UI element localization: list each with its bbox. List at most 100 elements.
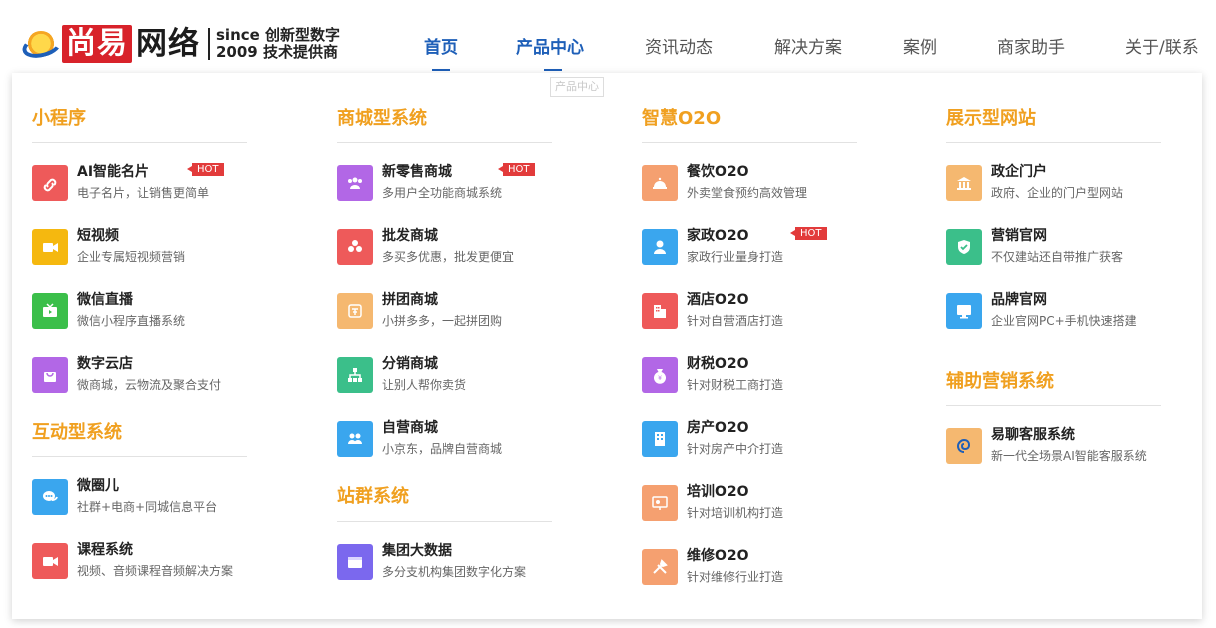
product-item-desc: 针对房产中介打造 (687, 442, 784, 456)
section-title-showcase: 展示型网站 (946, 108, 1036, 129)
nav-products[interactable]: 产品中心 (516, 36, 584, 60)
svg-text:¥: ¥ (658, 375, 662, 382)
shopping-bag-icon (32, 357, 68, 393)
logo-divider (208, 28, 210, 60)
product-item[interactable]: 维修O2O 针对维修行业打造 (642, 547, 892, 587)
logo-tagline-1: since 创新型数字 (216, 26, 341, 44)
product-item-desc: 企业专属短视频营销 (77, 250, 186, 264)
product-item[interactable]: 微信直播微信小程序直播系统 (32, 291, 282, 331)
tv-icon (32, 293, 68, 329)
chat-bubbles-icon (32, 479, 68, 515)
nav-solutions[interactable]: 解决方案 (774, 36, 842, 60)
product-item-desc: 新一代全场景AI智能客服系统 (991, 449, 1147, 463)
hierarchy-icon (337, 357, 373, 393)
product-item-desc: 家政行业量身打造 (687, 250, 784, 264)
product-item-desc: 视频、音频课程音频解决方案 (77, 564, 234, 578)
section-divider (32, 456, 247, 457)
product-item[interactable]: 批发商城 多买多优惠，批发更便宜 (337, 227, 587, 267)
product-item[interactable]: 培训O2O 针对培训机构打造 (642, 483, 892, 523)
nav-cases[interactable]: 案例 (903, 36, 937, 60)
product-item-title: 分销商城 (382, 356, 438, 372)
product-item-title: 新零售商城 (382, 164, 452, 180)
presentation-icon (642, 485, 678, 521)
government-icon (946, 165, 982, 201)
video-icon (32, 543, 68, 579)
section-title-miniprogram: 小程序 (32, 108, 86, 129)
section-divider (32, 142, 247, 143)
product-item[interactable]: 短视频 企业专属短视频营销 (32, 227, 282, 267)
product-item-desc: 针对财税工商打造 (687, 378, 784, 392)
product-item[interactable]: 餐饮O2O 外卖堂食预约高效管理 (642, 163, 892, 203)
product-item[interactable]: AI智能名片 电子名片，让销售更简单 HOT (32, 163, 282, 203)
nav-merchant-assistant[interactable]: 商家助手 (997, 36, 1065, 60)
section-title-assist: 辅助营销系统 (946, 371, 1054, 392)
housekeeper-icon (642, 229, 678, 265)
nav-home[interactable]: 首页 (424, 36, 458, 60)
boxes-icon (337, 229, 373, 265)
product-item[interactable]: 营销官网不仅建站还自带推广获客 (946, 227, 1196, 267)
site-logo[interactable]: 尚易 网络 since 创新型数字 2009 技术提供商 (19, 20, 341, 68)
product-item[interactable]: 集团大数据 多分支机构集团数字化方案 (337, 542, 587, 582)
product-item-desc: 政府、企业的门户型网站 (991, 186, 1124, 200)
product-item[interactable]: 自营商城小京东，品牌自营商城 (337, 419, 587, 459)
hot-badge: HOT (790, 227, 827, 240)
product-item-desc: 针对自营酒店打造 (687, 314, 784, 328)
product-item-title: 课程系统 (77, 542, 133, 558)
nav-news[interactable]: 资讯动态 (645, 36, 713, 60)
section-divider (337, 521, 552, 522)
product-item[interactable]: 酒店O2O 针对自营酒店打造 (642, 291, 892, 331)
product-item[interactable]: 房产O2O 针对房产中介打造 (642, 419, 892, 459)
monitor-icon (946, 293, 982, 329)
product-item-title: 自营商城 (382, 420, 438, 436)
logo-tagline-2: 2009 技术提供商 (216, 43, 338, 61)
hotel-icon (642, 293, 678, 329)
money-bag-icon: ¥ (642, 357, 678, 393)
product-item[interactable]: 易聊客服系统 新一代全场景AI智能客服系统 (946, 426, 1196, 466)
product-item[interactable]: 品牌官网 企业官网PC+手机快速搭建 (946, 291, 1196, 331)
product-item-title: 营销官网 (991, 228, 1047, 244)
product-item-desc: 微商城，云物流及聚合支付 (77, 378, 222, 392)
product-item-title: 维修O2O (687, 548, 749, 564)
product-item-title: 家政O2O (687, 228, 749, 244)
product-item[interactable]: 数字云店微商城，云物流及聚合支付 (32, 355, 282, 395)
spiral-chat-icon (946, 428, 982, 464)
product-item[interactable]: 拼团商城 小拼多多，一起拼团购 (337, 291, 587, 331)
product-item[interactable]: ¥ 财税O2O 针对财税工商打造 (642, 355, 892, 395)
product-item-title: 政企门户 (991, 164, 1047, 180)
product-item-title: 批发商城 (382, 228, 438, 244)
product-item-desc: 针对维修行业打造 (687, 570, 784, 584)
product-item-title: 培训O2O (687, 484, 749, 500)
product-item-desc: 不仅建站还自带推广获客 (991, 250, 1124, 264)
nav-about-contact[interactable]: 关于/联系 (1125, 36, 1199, 60)
product-item-desc: 多分支机构集团数字化方案 (382, 565, 527, 579)
product-item-desc: 外卖堂食预约高效管理 (687, 186, 808, 200)
product-item-title: 微信直播 (77, 292, 133, 308)
logo-black-text: 网络 (136, 26, 200, 62)
cloche-icon (642, 165, 678, 201)
product-item-desc: 小拼多多，一起拼团购 (382, 314, 503, 328)
site-header: 尚易 网络 since 创新型数字 2009 技术提供商 首页 产品中心 资讯动… (0, 0, 1216, 72)
product-item[interactable]: 微圈儿 社群+电商+同城信息平台 (32, 477, 282, 517)
product-item[interactable]: 家政O2O 家政行业量身打造 HOT (642, 227, 892, 267)
shield-check-icon (946, 229, 982, 265)
video-camera-icon (32, 229, 68, 265)
product-item[interactable]: 分销商城让别人帮你卖货 (337, 355, 587, 395)
browser-icon (337, 544, 373, 580)
section-title-mall: 商城型系统 (337, 108, 427, 129)
product-item-title: 酒店O2O (687, 292, 749, 308)
product-item[interactable]: 新零售商城 多用户全功能商城系统 HOT (337, 163, 587, 203)
section-divider (337, 142, 552, 143)
product-item[interactable]: 课程系统视频、音频课程音频解决方案 (32, 541, 282, 581)
section-title-o2o: 智慧O2O (642, 108, 722, 129)
users-icon (337, 165, 373, 201)
product-item[interactable]: 政企门户政府、企业的门户型网站 (946, 163, 1196, 203)
product-item-title: 数字云店 (77, 356, 133, 372)
product-item-desc: 多用户全功能商城系统 (382, 186, 503, 200)
nav-products-underline (544, 69, 562, 71)
building-icon (642, 421, 678, 457)
product-item-desc: 社群+电商+同城信息平台 (77, 500, 218, 514)
product-item-desc: 让别人帮你卖货 (382, 378, 467, 392)
product-item-desc: 小京东，品牌自营商城 (382, 442, 503, 456)
product-item-desc: 微信小程序直播系统 (77, 314, 186, 328)
nav-home-underline (432, 69, 450, 71)
